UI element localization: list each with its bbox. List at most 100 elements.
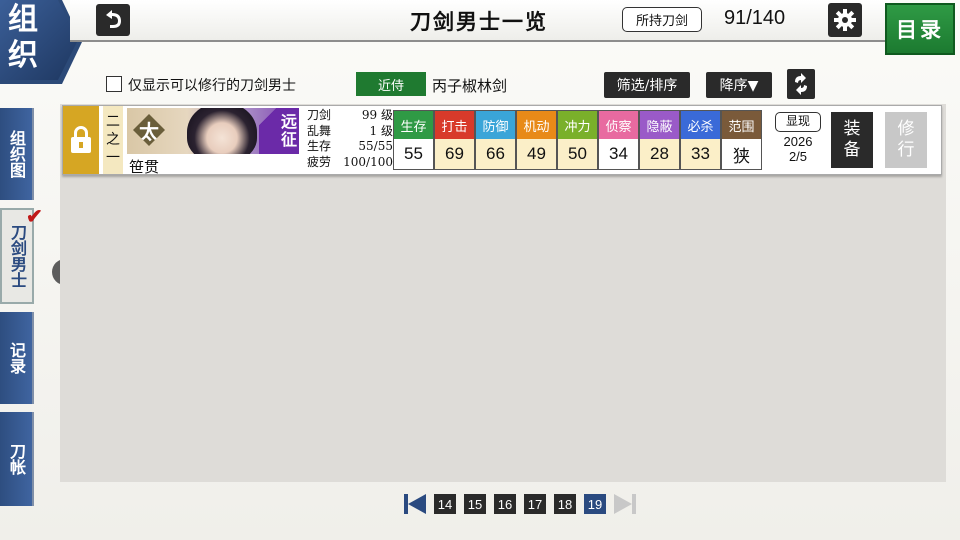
rank-char: 之: [106, 132, 120, 148]
sword-name: 笹贯: [129, 158, 160, 176]
sword-type-badge: 太: [133, 114, 165, 146]
back-button[interactable]: [96, 4, 130, 36]
trainable-only-label: 仅显示可以修行的刀剑男士: [128, 78, 296, 94]
info-value: 99 级: [361, 108, 393, 122]
stat-column: 必杀 33: [680, 110, 721, 170]
nav-label: 记录: [7, 342, 26, 374]
swap-icon: [795, 73, 807, 95]
menu-button[interactable]: 目录: [885, 3, 955, 55]
nav-organization-chart[interactable]: 组织图: [0, 108, 34, 200]
info-value: 1 级: [369, 123, 393, 138]
stat-column: 打击 69: [434, 110, 475, 170]
info-row: 疲劳 100/100: [307, 155, 393, 171]
equip-button[interactable]: 装 备: [831, 112, 873, 168]
corner-line-2: 织: [8, 38, 40, 73]
stat-label: 机动: [517, 111, 556, 139]
display-badge: 显现: [775, 112, 821, 132]
stat-column: 机动 49: [516, 110, 557, 170]
stat-value: 狭: [722, 139, 761, 169]
equip-char: 备: [843, 140, 861, 160]
lock-icon: [71, 126, 91, 153]
trainable-only-checkbox[interactable]: [106, 76, 122, 92]
rank-char: 二: [106, 114, 120, 130]
stat-column: 防御 66: [475, 110, 516, 170]
train-char: 行: [897, 140, 915, 160]
stat-value: 28: [640, 139, 679, 169]
info-label: 生存: [307, 139, 332, 153]
stat-value: 66: [476, 139, 515, 169]
stat-column: 生存 55: [393, 110, 434, 170]
expedition-char: 远: [280, 112, 297, 131]
stat-label: 侦察: [599, 111, 638, 139]
corner-line-1: 组: [8, 2, 40, 37]
stat-value: 49: [517, 139, 556, 169]
page-button[interactable]: 19: [584, 494, 606, 514]
expedition-char: 征: [280, 130, 297, 149]
train-char: 修: [897, 119, 915, 139]
page-button[interactable]: 16: [494, 494, 516, 514]
attendant-name: 丙子椒林剑: [432, 77, 508, 95]
page-button[interactable]: 18: [554, 494, 576, 514]
stat-column: 范围狭: [721, 110, 762, 170]
sword-portrait: 太 远 征: [127, 108, 299, 154]
lock-toggle[interactable]: [63, 106, 99, 174]
stat-column: 侦察 34: [598, 110, 639, 170]
page-button[interactable]: 14: [434, 494, 456, 514]
page-title: 刀剑男士一览: [410, 9, 548, 34]
back-arrow-icon: [106, 10, 121, 28]
sword-rank: 二 之 一: [103, 106, 123, 174]
info-label: 疲劳: [307, 154, 332, 169]
rank-char: 一: [106, 150, 120, 166]
info-row: 生存 55/55: [307, 139, 393, 155]
info-label: 乱舞: [307, 123, 332, 138]
info-value: 100/100: [343, 154, 393, 169]
date-year: 2026: [783, 134, 813, 149]
filter-sort-button[interactable]: 筛选/排序: [604, 72, 690, 98]
info-row: 乱舞 1 级: [307, 124, 393, 140]
stat-label: 必杀: [681, 111, 720, 139]
stat-value: 34: [599, 139, 638, 169]
check-mark-icon: ✔: [26, 204, 43, 228]
sort-order-button[interactable]: 降序▼: [706, 72, 772, 98]
sword-level-info: 刀剑 99 级 乱舞 1 级 生存 55/55 疲劳 100/100: [307, 108, 393, 170]
stat-column: 隐蔽 28: [639, 110, 680, 170]
swap-button[interactable]: [787, 69, 815, 99]
attendant-badge: 近侍: [356, 72, 426, 96]
nav-label: 刀帐: [7, 443, 26, 475]
stat-label: 范围: [722, 111, 761, 139]
owned-swords-label: 所持刀剑: [622, 7, 702, 32]
filter-row: 仅显示可以修行的刀剑男士 近侍 丙子椒林剑 筛选/排序 降序▼: [0, 69, 960, 99]
sword-row[interactable]: 二 之 一 太 远 征 笹贯 刀剑 99 级 乱舞 1 级 生存 55/55 疲劳 10…: [62, 105, 942, 176]
page-button[interactable]: 15: [464, 494, 486, 514]
stat-label: 冲力: [558, 111, 597, 139]
stat-column: 冲力 50: [557, 110, 598, 170]
info-value: 55/55: [358, 139, 393, 153]
gear-icon: [834, 9, 856, 31]
last-page-button[interactable]: [614, 494, 636, 514]
stat-value: 50: [558, 139, 597, 169]
stat-label: 打击: [435, 111, 474, 139]
expedition-badge: 远 征: [259, 108, 299, 154]
nav-label: 组织图: [7, 130, 26, 178]
stat-value: 55: [394, 139, 433, 169]
nav-label: 刀剑男士: [8, 224, 27, 288]
info-label: 刀剑: [307, 108, 332, 122]
equip-char: 装: [843, 119, 861, 139]
nav-records[interactable]: 记录: [0, 312, 34, 404]
date-cell: 显现 2026 2/5: [771, 112, 825, 164]
stat-label: 隐蔽: [640, 111, 679, 139]
info-row: 刀剑 99 级: [307, 108, 393, 124]
nav-sword-ledger[interactable]: 刀帐: [0, 412, 34, 506]
date-day: 2/5: [788, 149, 808, 164]
train-button[interactable]: 修 行: [885, 112, 927, 168]
pagination: 14 15 16 17 18 19: [404, 493, 636, 515]
settings-button[interactable]: [828, 3, 862, 37]
stat-label: 防御: [476, 111, 515, 139]
portrait-image: [187, 108, 257, 154]
stat-label: 生存: [394, 111, 433, 139]
corner-label: 组 织: [0, 0, 78, 80]
stat-value: 33: [681, 139, 720, 169]
stat-value: 69: [435, 139, 474, 169]
first-page-button[interactable]: [404, 494, 426, 514]
page-button[interactable]: 17: [524, 494, 546, 514]
